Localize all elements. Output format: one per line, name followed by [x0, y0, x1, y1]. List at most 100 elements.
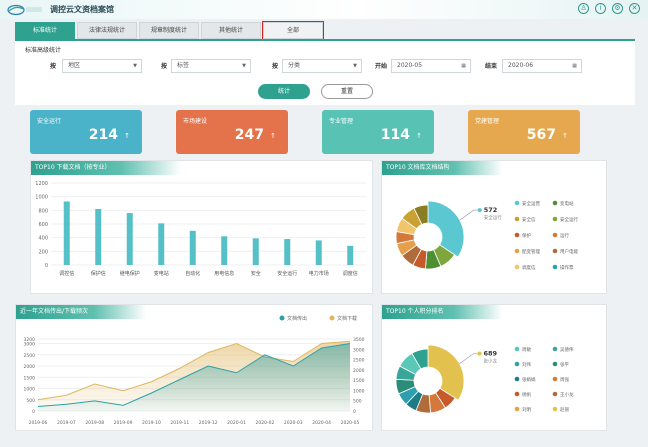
bar [158, 223, 165, 265]
x-tick-label: 2019-12 [199, 420, 218, 426]
x-tick-label: 变电站 [154, 270, 169, 277]
legend-label: 调度信 [522, 264, 536, 271]
reset-button[interactable]: 重置 [321, 84, 373, 99]
info-icon[interactable]: i [595, 3, 606, 14]
y-tick-label-left: 1500 [24, 375, 36, 381]
legend-label: 安全信 [522, 216, 536, 223]
panel-title: TOP10 个人积分排名 [382, 305, 502, 319]
legend-marker [552, 216, 558, 222]
legend-label: 张娟娟 [522, 376, 536, 383]
bar [126, 213, 133, 265]
tab-standard-stats[interactable]: 标准统计 [15, 22, 75, 39]
legend-marker [514, 346, 520, 352]
tab-law-stats[interactable]: 法律法规统计 [77, 22, 137, 39]
app-title: 调控云文资档案馆 [50, 5, 114, 14]
kpi-card-party[interactable]: 党建管理 567 ↑ [468, 110, 580, 154]
filter-row: 按 地区 ▼ 按 标签 ▼ 按 分类 ▼ 开始 2020-05 ▦ 结束 2020-06… [15, 59, 635, 73]
y-tick-label-left: 0 [32, 409, 35, 415]
ranking-donut-chart: 689张小龙 周敏 吴德伟刘伟 张平张娟娟 周强杨帆 王小龙刘明 赵丽 [395, 344, 574, 414]
y-tick-label-right: 3500 [353, 337, 365, 343]
bar [221, 236, 228, 265]
x-tick-label: 调控信 [59, 270, 74, 277]
x-tick-label: 电力市场 [309, 270, 329, 277]
y-tick-label: 600 [38, 222, 48, 228]
kpi-label: 党建管理 [475, 118, 500, 125]
y-tick-label-right: 0 [353, 409, 356, 415]
bar [189, 230, 196, 265]
y-tick-label-left: 2000 [24, 364, 36, 370]
legend-label: 周敏 [522, 346, 531, 353]
panel-title: TOP10 下载文档（按专业） [31, 161, 181, 175]
trend-area-chart: 文档传出 文档下载 0 500 1000 1500 2000 2500 3000 3200 0 500… [24, 315, 365, 426]
legend-label: 张平 [560, 361, 569, 368]
y-tick-label: 1000 [35, 195, 48, 201]
legend-marker [514, 264, 520, 270]
legend-marker [552, 264, 558, 270]
x-tick-label: 保护信 [91, 270, 106, 277]
legend-label: 文档传出 [287, 315, 307, 322]
y-tick-label-left: 500 [26, 398, 35, 404]
y-tick-label-right: 2500 [353, 358, 365, 364]
tag-value: 标签 [177, 62, 190, 69]
arrow-up-icon: ↑ [270, 132, 276, 140]
area-label: 按 [50, 63, 57, 70]
start-date-input[interactable]: 2020-05 ▦ [391, 59, 471, 73]
area-select[interactable]: 地区 ▼ [62, 59, 142, 73]
y-tick-label: 0 [45, 263, 48, 269]
tab-rules-stats[interactable]: 规章制度统计 [139, 22, 199, 39]
legend-marker [552, 232, 558, 238]
calendar-icon: ▦ [572, 63, 577, 69]
tab-other-stats[interactable]: 其他统计 [201, 22, 261, 39]
y-tick-label-left: 2500 [24, 353, 36, 359]
kpi-card-market[interactable]: 市场建设 247 ↑ [176, 110, 288, 154]
kpi-card-safety[interactable]: 安全运行 214 ↑ [30, 110, 142, 154]
chevron-down-icon: ▼ [133, 63, 137, 69]
tag-select[interactable]: 标签 ▼ [171, 59, 251, 73]
category-label: 按 [272, 63, 279, 70]
close-icon[interactable]: ✕ [629, 3, 640, 14]
legend-marker [552, 406, 558, 412]
x-tick-label: 安全运行 [277, 270, 297, 277]
download-bar-panel: TOP10 下载文档（按专业） 0 200 400 600 800 1000 1200 调控信… [30, 160, 373, 294]
x-tick-label: 2019-11 [170, 420, 189, 426]
legend-label: 变电站 [560, 200, 574, 207]
panel-title: TOP10 文档库文档结构 [382, 161, 502, 175]
kpi-label: 安全运行 [37, 118, 62, 125]
legend-label: 刘明 [522, 406, 531, 413]
area-value: 地区 [68, 62, 81, 69]
legend-marker [552, 346, 558, 352]
tab-all[interactable]: 全部 [262, 21, 324, 40]
legend-marker [514, 376, 520, 382]
bar [63, 201, 70, 265]
kpi-card-professional[interactable]: 专业管理 114 ↑ [322, 110, 434, 154]
legend-label: 杨帆 [522, 391, 531, 398]
legend-marker [552, 361, 558, 367]
y-tick-label-right: 1000 [353, 388, 365, 394]
download-bar-chart: 0 200 400 600 800 1000 1200 调控信 保护信 继电保护 变电站 自动化 用电信… [35, 181, 366, 277]
y-tick-label: 1200 [35, 181, 48, 187]
category-select[interactable]: 分类 ▼ [282, 59, 362, 73]
callout-marker [477, 208, 482, 213]
legend-label: 运行 [560, 232, 569, 239]
legend-marker [514, 200, 520, 206]
end-date-input[interactable]: 2020-06 ▦ [502, 59, 582, 73]
y-tick-label-right: 500 [353, 399, 362, 405]
legend-marker [552, 391, 558, 397]
app-logo [7, 4, 42, 16]
legend-label: 刘伟 [522, 361, 531, 368]
y-tick-label-left: 3200 [24, 337, 36, 343]
stat-button[interactable]: 统计 [258, 84, 310, 99]
x-tick-label: 2019-09 [114, 420, 133, 426]
legend-marker [514, 232, 520, 238]
bar [315, 240, 322, 265]
x-tick-label: 2020-01 [227, 420, 246, 426]
settings-icon[interactable]: ⚙ [612, 3, 623, 14]
legend-marker [552, 200, 558, 206]
user-icon[interactable]: ♙ [578, 3, 589, 14]
top-icons: ♙ i ⚙ ✕ [578, 3, 640, 14]
legend-label: 周强 [560, 377, 569, 383]
x-tick-label: 2019-10 [142, 420, 161, 426]
x-tick-label: 继电保护 [120, 270, 140, 277]
kpi-value: 214 [88, 127, 118, 143]
legend-marker [514, 248, 520, 254]
